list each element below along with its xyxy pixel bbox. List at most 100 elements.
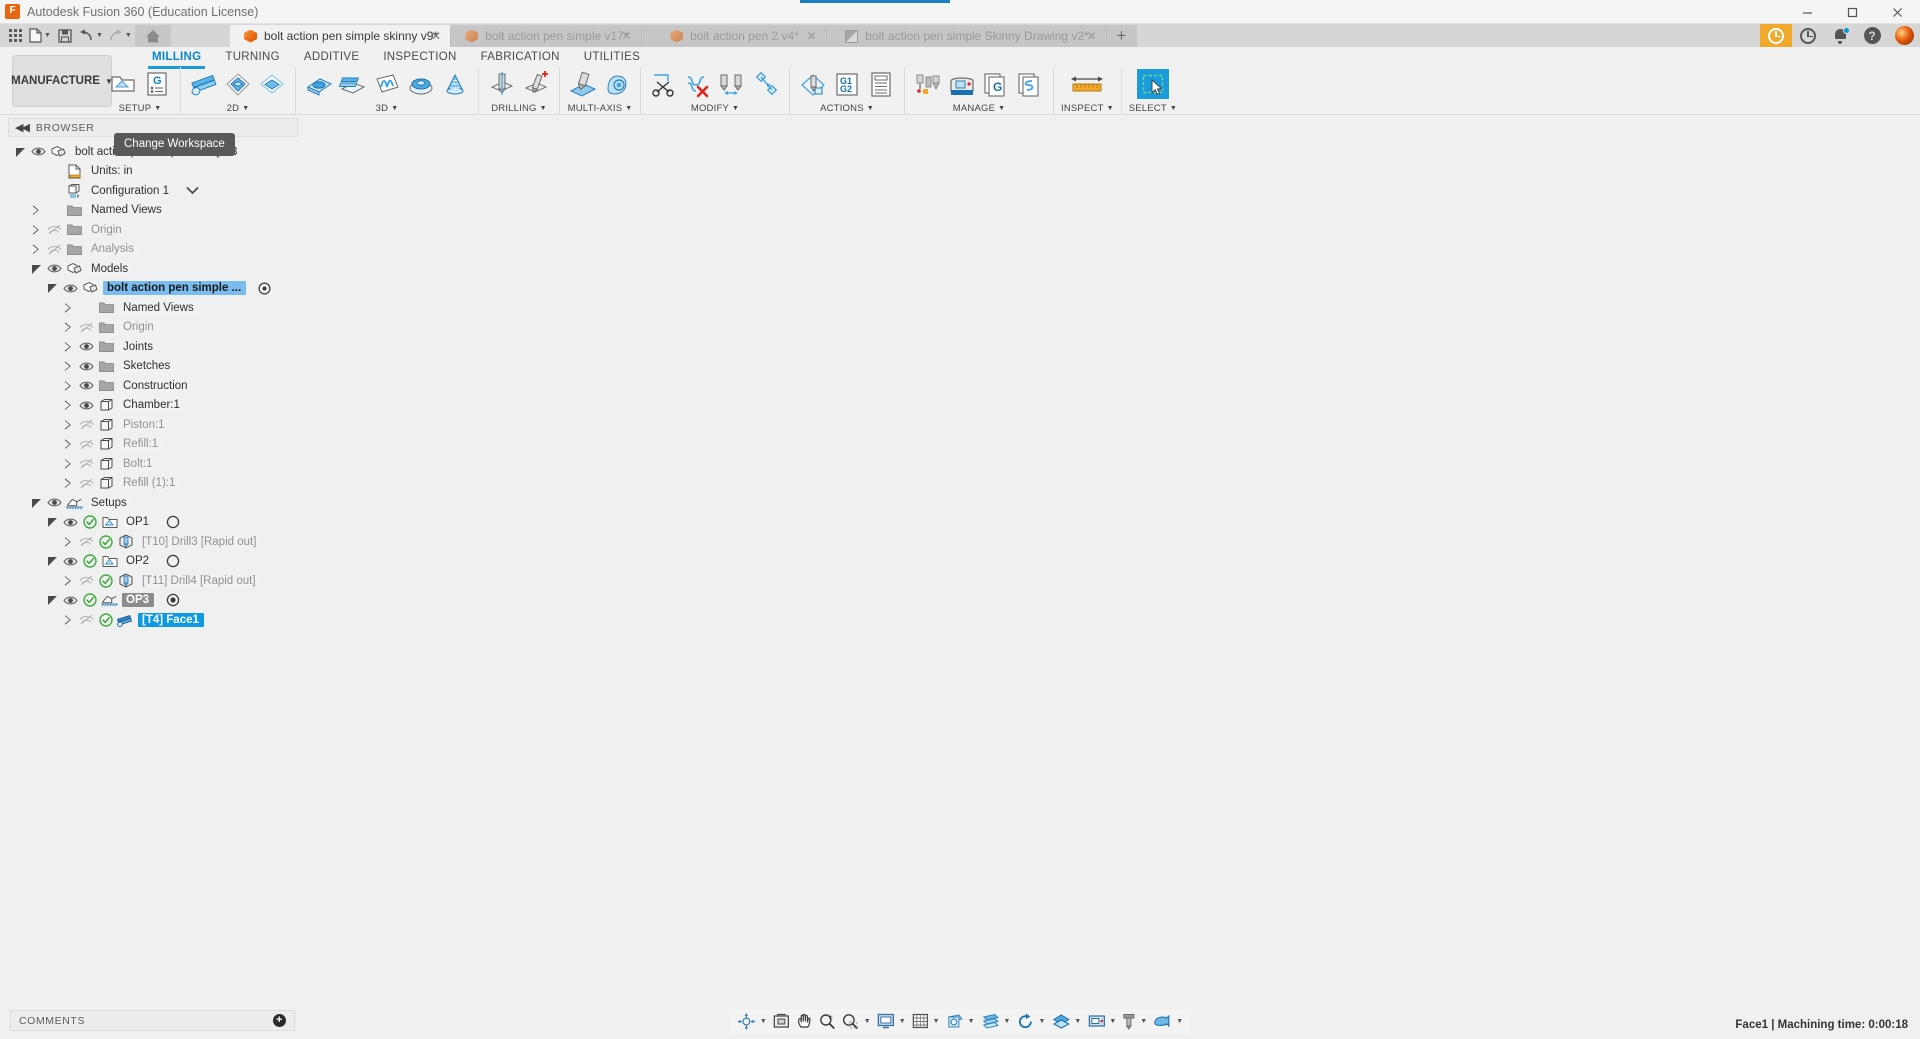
collapse-arrow-icon[interactable] (14, 147, 27, 157)
expand-arrow-icon[interactable] (62, 459, 75, 469)
chevron-down-icon[interactable]: ▼ (540, 105, 547, 112)
document-tab-0[interactable]: bolt action pen simple skinny v9* ✕ (230, 25, 451, 47)
help-icon[interactable]: ? (1856, 24, 1888, 47)
template-library-icon[interactable] (1014, 69, 1046, 99)
chevron-down-icon[interactable]: ▼ (242, 105, 249, 112)
tool-view-icon[interactable]: ▼ (1119, 1009, 1150, 1033)
simplify-icon[interactable] (750, 69, 782, 99)
eye-hidden-icon[interactable] (47, 244, 62, 255)
expand-arrow-icon[interactable] (30, 205, 43, 215)
drill-icon[interactable] (486, 69, 518, 99)
tree-item-origin[interactable]: Origin (10, 220, 305, 240)
account-avatar[interactable] (1888, 24, 1920, 47)
adaptive-2d-icon[interactable] (222, 69, 254, 99)
navigation-toolbar[interactable]: ▼ ± ▼ ▼ ▼ ▼ ▼ (730, 1009, 1190, 1033)
look-at-icon[interactable] (770, 1009, 793, 1033)
collapse-arrow-icon[interactable] (46, 517, 59, 527)
eye-hidden-icon[interactable] (79, 575, 94, 586)
post-process-g1g2-icon[interactable]: G1G2 (831, 69, 863, 99)
bore-add-icon[interactable] (520, 69, 552, 99)
simulate-icon[interactable] (797, 69, 829, 99)
minimize-button[interactable] (1785, 0, 1830, 24)
radio-empty-icon[interactable] (164, 515, 181, 529)
eye-hidden-icon[interactable] (79, 458, 94, 469)
tree-item-models[interactable]: Models (10, 259, 305, 279)
close-icon[interactable]: ✕ (431, 29, 441, 43)
tool-change-icon[interactable] (716, 69, 748, 99)
tree-item-chamber-1[interactable]: Chamber:1 (10, 396, 305, 416)
expand-arrow-icon[interactable] (62, 361, 75, 371)
quick-access-toolbar[interactable]: ▼ ▼ ▼ (0, 24, 171, 47)
top-right-icon-group[interactable]: ? (1760, 24, 1920, 47)
radio-empty-icon[interactable] (164, 554, 181, 568)
browser-tree[interactable]: bolt action pen simple skinny v8Units: i… (10, 142, 305, 630)
maximize-button[interactable] (1830, 0, 1875, 24)
expand-arrow-icon[interactable] (30, 225, 43, 235)
chevron-down-icon[interactable] (184, 186, 201, 195)
expand-arrow-icon[interactable] (62, 478, 75, 488)
document-tab-3[interactable]: bolt action pen simple Skinny Drawing v2… (827, 25, 1107, 47)
chevron-down-icon[interactable]: ▼ (154, 105, 161, 112)
collapse-arrow-icon[interactable] (46, 595, 59, 605)
window-controls[interactable] (1785, 0, 1920, 24)
app-grid-icon[interactable] (4, 25, 26, 47)
tree-item-named-views[interactable]: Named Views (10, 201, 305, 221)
close-icon[interactable]: ✕ (806, 29, 816, 43)
face-2d-icon[interactable] (188, 69, 220, 99)
ribbon-tab-utilities[interactable]: UTILITIES (572, 48, 652, 67)
expand-arrow-icon[interactable] (62, 303, 75, 313)
tree-item-t10-drill3-rapid-out[interactable]: [T10] Drill3 [Rapid out] (10, 532, 305, 552)
display-mode-icon[interactable]: ▼ (874, 1009, 909, 1033)
tree-item-bolt-1[interactable]: Bolt:1 (10, 454, 305, 474)
eye-visible-icon[interactable] (79, 361, 94, 372)
ribbon-tab-turning[interactable]: TURNING (213, 48, 292, 67)
pocket-2d-icon[interactable] (256, 69, 288, 99)
chevron-down-icon[interactable]: ▼ (1170, 105, 1177, 112)
expand-arrow-icon[interactable] (62, 576, 75, 586)
expand-arrow-icon[interactable] (62, 537, 75, 547)
eye-visible-icon[interactable] (47, 263, 62, 274)
pan-icon[interactable] (793, 1009, 816, 1033)
eye-visible-icon[interactable] (63, 283, 78, 294)
refresh-icon[interactable]: ▼ (1013, 1009, 1048, 1033)
tree-item-refill-1[interactable]: Refill:1 (10, 435, 305, 455)
target-icon[interactable] (256, 282, 273, 295)
trim-scissors-icon[interactable] (648, 69, 680, 99)
eye-hidden-icon[interactable] (79, 536, 94, 547)
close-icon[interactable]: ✕ (621, 29, 631, 43)
machine-view-icon[interactable]: ▼ (1084, 1009, 1119, 1033)
expand-arrow-icon[interactable] (62, 381, 75, 391)
comments-panel[interactable]: COMMENTS + (10, 1010, 295, 1031)
document-tab-strip[interactable]: bolt action pen simple skinny v9* ✕ bolt… (230, 24, 1137, 47)
chevron-down-icon[interactable]: ▼ (732, 105, 739, 112)
expand-arrow-icon[interactable] (62, 439, 75, 449)
spiral-3d-icon[interactable] (439, 69, 471, 99)
stock-view-icon[interactable]: ▼ (1150, 1009, 1186, 1033)
grid-snap-icon[interactable]: ▼ (909, 1009, 943, 1033)
chevron-down-icon[interactable]: ▼ (391, 105, 398, 112)
tree-item-op2[interactable]: OP2 (10, 552, 305, 572)
eye-hidden-icon[interactable] (79, 322, 94, 333)
setup-sheet-icon[interactable] (865, 69, 897, 99)
new-file-icon[interactable]: ▼ (27, 25, 53, 47)
tree-item-joints[interactable]: Joints (10, 337, 305, 357)
chevron-down-icon[interactable]: ▼ (1107, 105, 1114, 112)
eye-visible-icon[interactable] (47, 497, 62, 508)
tree-item-sketches[interactable]: Sketches (10, 357, 305, 377)
tree-item-origin[interactable]: Origin (10, 318, 305, 338)
measure-ruler-icon[interactable] (1067, 69, 1107, 99)
setup-folder-icon[interactable] (107, 69, 139, 99)
collapse-arrow-icon[interactable] (30, 498, 43, 508)
fit-icon[interactable]: ▼ (839, 1009, 874, 1033)
tree-item-setups[interactable]: Setups (10, 493, 305, 513)
eye-visible-icon[interactable] (63, 556, 78, 567)
home-icon[interactable] (135, 25, 171, 47)
ncprogram-g-icon[interactable]: G (141, 69, 173, 99)
tree-item-refill-1-1[interactable]: Refill (1):1 (10, 474, 305, 494)
orbit-icon[interactable]: ▼ (734, 1009, 770, 1033)
tree-item-analysis[interactable]: Analysis (10, 240, 305, 260)
post-library-g-icon[interactable]: G (980, 69, 1012, 99)
tree-item-bolt-action-pen-simple[interactable]: bolt action pen simple ... (10, 279, 305, 299)
eye-visible-icon[interactable] (31, 146, 46, 157)
ribbon-tab-strip[interactable]: MILLING TURNING ADDITIVE INSPECTION FABR… (140, 47, 652, 67)
